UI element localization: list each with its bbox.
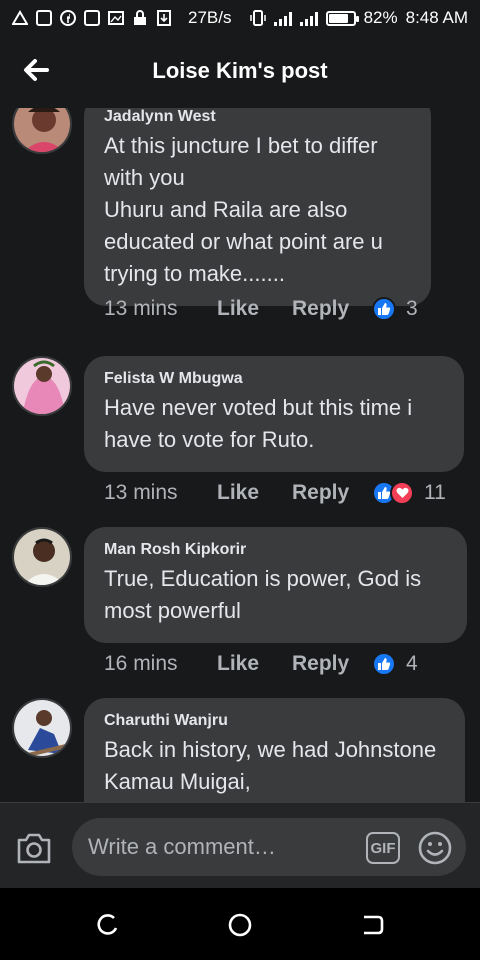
gallery-icon [108,11,124,25]
comment-text: True, Education is power, God is most po… [104,566,422,623]
recents-icon[interactable] [94,912,120,938]
comment-text: At this juncture I bet to differ with yo… [104,133,383,286]
warning-icon [12,10,28,25]
thumbs-up-icon [372,652,396,676]
battery-percent: 82% [363,8,398,27]
comment-bubble[interactable]: Man Rosh Kipkorir True, Education is pow… [84,527,467,643]
reaction-count: 3 [406,297,418,320]
back-nav-icon[interactable] [360,912,386,938]
comment-author[interactable]: Jadalynn West [104,108,411,126]
reaction-count: 4 [406,652,418,675]
comment-bubble[interactable]: Jadalynn West At this juncture I bet to … [84,108,431,306]
vibrate-icon [249,10,266,26]
reply-button[interactable]: Reply [292,652,372,676]
signal-icon-2 [299,10,318,26]
comment-text: Have never voted but this time i have to… [104,395,413,452]
camera-icon[interactable] [16,831,52,865]
comment-composer: GIF [0,802,480,888]
reaction-count: 11 [424,481,446,504]
avatar[interactable] [12,698,72,758]
avatar[interactable] [12,527,72,587]
status-bar: 27B/s 82% 8:48 AM [0,0,480,36]
comment-meta: 16 mins Like Reply 4 [104,649,418,679]
heart-icon [390,481,414,505]
battery-icon [325,10,359,26]
status-bar-left: 27B/s [12,8,231,28]
lock-icon [134,10,146,25]
comment-author[interactable]: Felista W Mbugwa [104,370,444,388]
comments-list[interactable]: Jadalynn West At this juncture I bet to … [0,108,480,802]
battery-fill [328,13,349,23]
reactions[interactable]: 3 [372,297,418,321]
avatar[interactable] [12,108,72,154]
comment-author[interactable]: Charuthi Wanjru [104,712,445,730]
comment-time: 16 mins [104,652,178,675]
like-button[interactable]: Like [217,652,292,676]
comment-meta: 13 mins Like Reply 3 [104,294,418,324]
system-nav-bar [0,888,480,960]
comment-bubble[interactable]: Charuthi Wanjru Back in history, we had … [84,698,465,802]
post-header: Loise Kim's post [0,36,480,108]
comment-input[interactable] [72,818,466,876]
network-speed: 27B/s [188,8,232,27]
page-title: Loise Kim's post [152,58,328,83]
comment-meta: 13 mins Like Reply 11 [104,478,446,508]
message-icon [36,10,52,26]
facebook-icon [60,10,76,26]
gamepad-icon [84,10,100,26]
clock: 8:48 AM [405,8,468,27]
reply-button[interactable]: Reply [292,297,372,321]
download-icon [157,10,171,26]
like-button[interactable]: Like [217,481,292,505]
comment-author[interactable]: Man Rosh Kipkorir [104,541,447,559]
comment-bubble[interactable]: Felista W Mbugwa Have never voted but th… [84,356,464,472]
reply-button[interactable]: Reply [292,481,372,505]
like-button[interactable]: Like [217,297,292,321]
reactions[interactable]: 11 [372,481,446,505]
arrow-left-icon[interactable] [22,56,50,84]
gif-button[interactable]: GIF [366,832,400,864]
comment-text: Back in history, we had Johnstone Kamau … [104,737,437,794]
home-icon[interactable] [227,912,253,938]
signal-icon [273,10,292,26]
avatar[interactable] [12,356,72,416]
thumbs-up-icon [372,297,396,321]
comment-time: 13 mins [104,481,178,504]
comment-time: 13 mins [104,297,178,320]
status-bar-right: 82% 8:48 AM [249,8,468,28]
emoji-icon[interactable] [418,831,452,865]
reactions[interactable]: 4 [372,652,418,676]
